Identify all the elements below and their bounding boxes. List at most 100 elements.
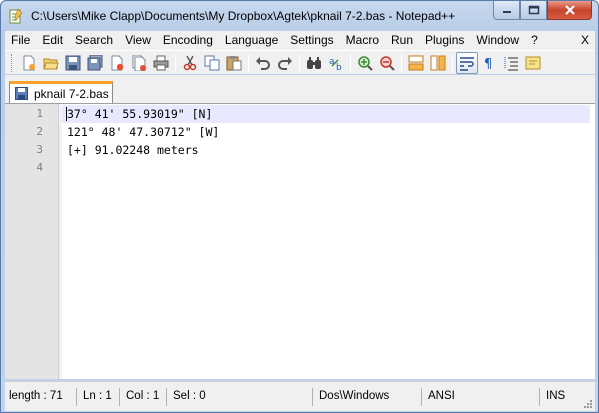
menu-run[interactable]: Run xyxy=(385,31,419,50)
status-selection: Sel : 0 xyxy=(169,388,313,406)
redo-icon xyxy=(278,56,292,70)
line-number: 4 xyxy=(36,161,43,174)
status-length: length : 71 xyxy=(5,388,77,406)
menu-view[interactable]: View xyxy=(119,31,157,50)
toolbar-separator xyxy=(401,53,402,72)
cut-icon xyxy=(183,55,197,70)
replace-button[interactable]: ab xyxy=(325,52,347,74)
save-button[interactable] xyxy=(62,52,84,74)
close-icon xyxy=(564,5,575,15)
minimize-icon xyxy=(502,11,511,13)
new-file-icon xyxy=(23,55,35,70)
svg-text:b: b xyxy=(336,63,342,71)
toolbar-separator xyxy=(175,53,176,72)
paste-icon xyxy=(226,55,242,70)
undo-icon xyxy=(256,56,270,70)
menu-encoding[interactable]: Encoding xyxy=(157,31,219,50)
close-window-button[interactable] xyxy=(547,1,592,20)
toolbar-separator xyxy=(350,53,351,72)
status-bar: length : 71 Ln : 1 Col : 1 Sel : 0 Dos\W… xyxy=(5,381,595,411)
save-icon xyxy=(65,55,81,70)
title-bar[interactable]: C:\Users\Mike Clapp\Documents\My Dropbox… xyxy=(1,1,598,31)
notepad-app-icon[interactable] xyxy=(9,8,23,24)
notepad-plus-plus-window: C:\Users\Mike Clapp\Documents\My Dropbox… xyxy=(0,0,599,413)
tab-label: pknail 7-2.bas xyxy=(34,86,109,101)
save-all-button[interactable] xyxy=(84,52,106,74)
word-wrap-icon xyxy=(460,56,474,71)
open-file-icon xyxy=(43,58,59,69)
status-line: Ln : 1 xyxy=(79,388,120,406)
show-all-characters-icon: ¶ xyxy=(484,57,492,71)
toolbar-separator xyxy=(299,53,300,72)
indent-guide-icon xyxy=(504,56,518,71)
copy-button[interactable] xyxy=(201,52,223,74)
menu-language[interactable]: Language xyxy=(219,31,284,50)
new-file-button[interactable] xyxy=(18,52,40,74)
line-number: 2 xyxy=(36,125,43,138)
zoom-in-icon xyxy=(358,55,373,71)
code-line[interactable]: [+] 91.02248 meters xyxy=(67,141,199,159)
sync-vertical-button[interactable] xyxy=(405,52,427,74)
show-all-characters-button[interactable]: ¶ xyxy=(478,52,500,74)
line-number-gutter: 1 2 3 4 xyxy=(5,104,59,379)
status-column: Col : 1 xyxy=(122,388,167,406)
replace-icon: ab xyxy=(329,57,342,71)
word-wrap-button[interactable] xyxy=(456,51,478,74)
toolbar-separator xyxy=(452,53,453,72)
sync-vertical-icon xyxy=(408,55,424,70)
line-number: 3 xyxy=(36,143,43,156)
zoom-in-button[interactable] xyxy=(354,52,376,74)
cut-button[interactable] xyxy=(179,52,201,74)
window-title: C:\Users\Mike Clapp\Documents\My Dropbox… xyxy=(31,9,456,23)
menu-help[interactable]: ? xyxy=(525,31,544,50)
maximize-button[interactable] xyxy=(520,1,547,20)
menu-macro[interactable]: Macro xyxy=(340,31,385,50)
user-language-button[interactable] xyxy=(522,52,544,74)
print-icon xyxy=(153,55,169,70)
svg-text:¶: ¶ xyxy=(484,57,492,71)
resize-grip-icon[interactable] xyxy=(583,399,593,409)
indent-guide-button[interactable] xyxy=(500,52,522,74)
editor-area[interactable]: 1 2 3 4 37° 41' 55.93019" [N] 121° 48' 4… xyxy=(5,103,595,379)
undo-button[interactable] xyxy=(252,52,274,74)
maximize-icon xyxy=(528,5,539,15)
menu-bar: File Edit Search View Encoding Language … xyxy=(5,31,595,50)
menu-search[interactable]: Search xyxy=(69,31,119,50)
close-all-icon xyxy=(132,54,146,71)
fold-margin[interactable] xyxy=(59,104,62,379)
minimize-button[interactable] xyxy=(493,1,520,20)
copy-icon xyxy=(204,55,220,70)
redo-button[interactable] xyxy=(274,52,296,74)
code-line[interactable]: 37° 41' 55.93019" [N] xyxy=(67,105,212,123)
line-number: 1 xyxy=(36,107,43,120)
menu-window[interactable]: Window xyxy=(470,31,525,50)
status-encoding: ANSI xyxy=(424,388,540,406)
zoom-out-button[interactable] xyxy=(376,52,398,74)
menu-file[interactable]: File xyxy=(5,31,36,50)
sync-horizontal-icon xyxy=(430,55,446,70)
save-all-icon xyxy=(87,54,103,70)
caption-buttons xyxy=(493,1,592,21)
zoom-out-icon xyxy=(380,55,395,71)
sync-horizontal-button[interactable] xyxy=(427,52,449,74)
menu-plugins[interactable]: Plugins xyxy=(419,31,470,50)
close-file-button[interactable] xyxy=(106,52,128,74)
toolbar-separator xyxy=(248,53,249,72)
status-eol-format: Dos\Windows xyxy=(315,388,422,406)
close-document-menu-button[interactable]: X xyxy=(575,31,595,50)
find-button[interactable] xyxy=(303,52,325,74)
toolbar-grip[interactable] xyxy=(11,53,14,72)
open-file-button[interactable] xyxy=(40,52,62,74)
paste-button[interactable] xyxy=(223,52,245,74)
tab-strip: pknail 7-2.bas xyxy=(5,75,595,103)
code-line[interactable]: 121° 48' 47.30712" [W] xyxy=(67,123,219,141)
close-all-button[interactable] xyxy=(128,52,150,74)
saved-file-icon xyxy=(15,87,28,100)
menu-settings[interactable]: Settings xyxy=(284,31,339,50)
menu-edit[interactable]: Edit xyxy=(36,31,69,50)
print-button[interactable] xyxy=(150,52,172,74)
user-language-icon xyxy=(525,56,541,69)
tab-pknail-7-2-bas[interactable]: pknail 7-2.bas xyxy=(9,81,113,103)
status-insert-mode: INS xyxy=(546,390,566,402)
close-file-icon xyxy=(111,55,124,70)
